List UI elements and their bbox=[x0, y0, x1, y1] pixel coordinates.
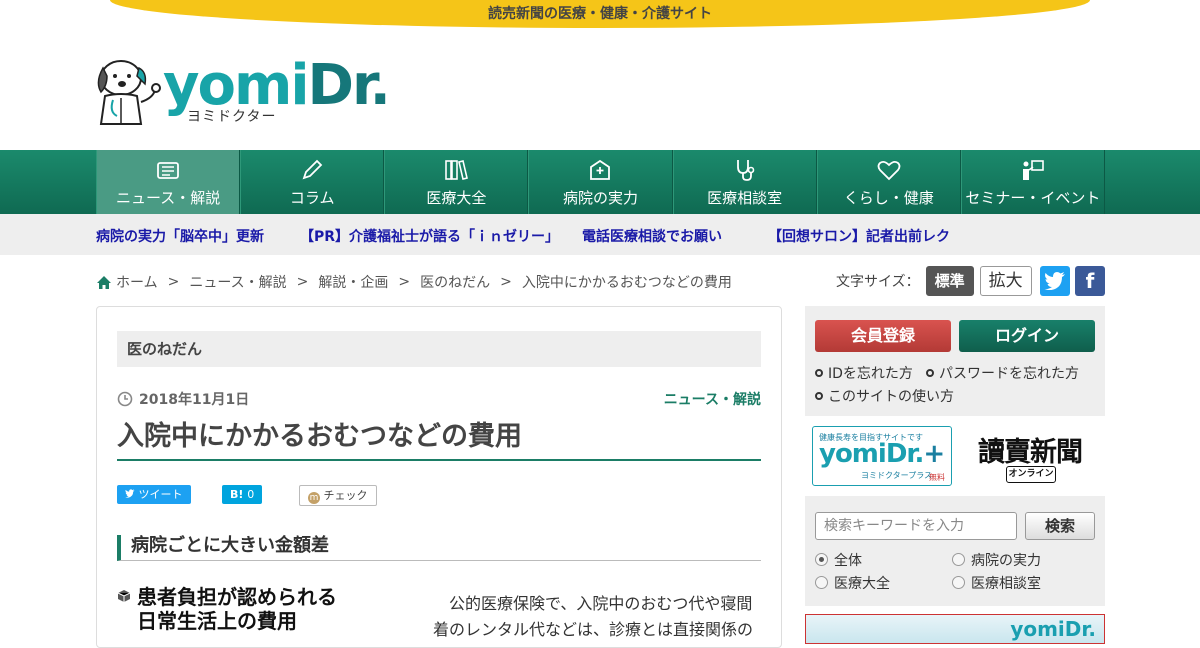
nav-label: 医療相談室 bbox=[707, 188, 783, 207]
heart-icon bbox=[877, 160, 901, 180]
twitter-icon bbox=[125, 489, 135, 498]
banner-logo: yomiDr.+ bbox=[819, 439, 945, 469]
nav-item-hospital[interactable]: 病院の実力 bbox=[528, 150, 673, 214]
banner-free: 無料 bbox=[929, 473, 945, 482]
yomidr-plus-banner[interactable]: 健康長寿を目指すサイトです yomiDr.+ ヨミドクタープラス 無料 bbox=[812, 426, 952, 486]
search-button[interactable]: 検索 bbox=[1025, 512, 1095, 540]
article-date: 2018年11月1日 bbox=[117, 389, 249, 409]
facebook-icon[interactable]: f bbox=[1075, 266, 1105, 296]
home-icon bbox=[97, 275, 111, 289]
nav-item-news[interactable]: ニュース・解説 bbox=[96, 150, 241, 214]
breadcrumb-current: 入院中にかかるおむつなどの費用 bbox=[521, 275, 732, 291]
font-size-control: 文字サイズ： 標準 拡大 bbox=[836, 266, 1032, 296]
online-badge: オンライン bbox=[1006, 466, 1056, 483]
breadcrumb-separator: > bbox=[167, 274, 180, 290]
site-logo[interactable]: yomiDr. ヨミドクター bbox=[95, 54, 391, 130]
article-figure: 患者負担が認められる 日常生活上の費用 bbox=[117, 585, 357, 633]
login-panel: 会員登録 ログイン IDを忘れた方 パスワードを忘れた方 このサイトの使い方 bbox=[805, 306, 1105, 416]
sidebar-ad-banner[interactable]: yomiDr. bbox=[805, 614, 1105, 644]
ticker-link[interactable]: 【PR】介護福祉士が語る「ｉｎゼリー」 bbox=[300, 226, 559, 246]
hatena-count: 0 bbox=[247, 488, 255, 501]
nav-item-seminar[interactable]: セミナー・イベント bbox=[960, 150, 1105, 214]
logo-subtitle: ヨミドクター bbox=[187, 109, 277, 125]
presenter-icon bbox=[1022, 159, 1044, 180]
forgot-password-link[interactable]: パスワードを忘れた方 bbox=[926, 363, 1079, 383]
breadcrumb: ホーム > ニュース・解説 > 解説・企画 > 医のねだん > 入院中にかかるお… bbox=[96, 272, 732, 292]
hospital-icon bbox=[590, 159, 611, 180]
font-size-large-button[interactable]: 拡大 bbox=[979, 266, 1032, 296]
stethoscope-icon bbox=[736, 159, 754, 181]
site-tagline: 読売新聞の医療・健康・介護サイト bbox=[110, 0, 1090, 28]
ad-logo: yomiDr. bbox=[1010, 617, 1096, 641]
nav-item-lifestyle[interactable]: くらし・健康 bbox=[816, 150, 961, 214]
books-icon bbox=[445, 159, 469, 180]
hatena-bookmark-button[interactable]: B! 0 bbox=[222, 485, 263, 504]
mixi-icon: m bbox=[308, 492, 320, 504]
banner-sub: ヨミドクタープラス bbox=[861, 471, 933, 480]
font-size-label: 文字サイズ： bbox=[836, 274, 920, 290]
search-panel: 検索キーワードを入力 検索 全体 病院の実力 医療大全 医療相談室 bbox=[805, 496, 1105, 606]
pen-icon bbox=[302, 159, 323, 179]
cube-icon bbox=[117, 590, 131, 602]
article-subheading: 病院ごとに大きい金額差 bbox=[117, 535, 761, 561]
breadcrumb-item[interactable]: ニュース・解説 bbox=[189, 272, 286, 292]
font-size-normal-button[interactable]: 標準 bbox=[925, 266, 974, 296]
news-icon bbox=[157, 161, 179, 179]
nav-label: 病院の実力 bbox=[562, 188, 638, 207]
ticker-link[interactable]: 電話医療相談でお願い bbox=[582, 226, 722, 246]
nav-label: セミナー・イベント bbox=[965, 188, 1101, 207]
article-section-link[interactable]: ニュース・解説 bbox=[664, 389, 761, 409]
search-scope-hospital[interactable]: 病院の実力 bbox=[952, 550, 1041, 570]
figure-title: 患者負担が認められる 日常生活上の費用 bbox=[117, 585, 357, 633]
login-button[interactable]: ログイン bbox=[959, 320, 1095, 352]
breadcrumb-separator: > bbox=[500, 274, 512, 290]
nav-label: くらし・健康 bbox=[843, 188, 934, 207]
nav-item-column[interactable]: コラム bbox=[240, 150, 385, 214]
yomiuri-online-banner[interactable]: 讀賣新聞 オンライン bbox=[960, 426, 1100, 486]
ticker-link[interactable]: 【回想サロン】記者出前レク bbox=[768, 226, 950, 246]
search-input[interactable]: 検索キーワードを入力 bbox=[815, 512, 1017, 540]
radio-icon bbox=[815, 553, 828, 566]
mixi-check-button[interactable]: m チェック bbox=[299, 485, 377, 506]
radio-icon bbox=[815, 576, 828, 589]
article-category-bar: 医のねだん bbox=[117, 331, 761, 367]
how-to-use-link[interactable]: このサイトの使い方 bbox=[815, 386, 954, 406]
clock-icon bbox=[117, 391, 133, 407]
twitter-icon[interactable] bbox=[1040, 266, 1070, 296]
breadcrumb-item[interactable]: 医のねだん bbox=[420, 272, 490, 292]
ticker-link[interactable]: 病院の実力「脳卒中」更新 bbox=[96, 226, 264, 246]
global-nav: ニュース・解説 コラム 医療大全 病院の実力 医療相談室 くらし・健康 セミナー… bbox=[0, 150, 1200, 214]
nav-item-encyclopedia[interactable]: 医療大全 bbox=[384, 150, 529, 214]
nav-label: ニュース・解説 bbox=[115, 188, 221, 207]
breadcrumb-home[interactable]: ホーム bbox=[96, 272, 158, 292]
news-ticker: 病院の実力「脳卒中」更新 【PR】介護福祉士が語る「ｉｎゼリー」 電話医療相談で… bbox=[0, 214, 1200, 255]
breadcrumb-separator: > bbox=[398, 274, 411, 290]
nav-label: 医療大全 bbox=[426, 188, 487, 207]
search-scope-consultation[interactable]: 医療相談室 bbox=[952, 573, 1041, 593]
register-button[interactable]: 会員登録 bbox=[815, 320, 951, 352]
radio-icon bbox=[952, 576, 965, 589]
nav-label: コラム bbox=[289, 188, 335, 207]
yomiuri-logo: 讀賣新聞 bbox=[978, 437, 1083, 468]
search-scope-all[interactable]: 全体 bbox=[815, 550, 862, 570]
dog-doctor-mascot-icon bbox=[97, 60, 161, 125]
search-scope-encyclopedia[interactable]: 医療大全 bbox=[815, 573, 890, 593]
article-body: 公的医療保険で、入院中のおむつ代や寝間着のレンタル代などは、診療とは直接関係の bbox=[433, 594, 754, 639]
article-card: 医のねだん 2018年11月1日 ニュース・解説 入院中にかかるおむつなどの費用… bbox=[96, 306, 782, 648]
article-title: 入院中にかかるおむつなどの費用 bbox=[117, 417, 761, 461]
forgot-id-link[interactable]: IDを忘れた方 bbox=[815, 363, 913, 383]
nav-item-consultation[interactable]: 医療相談室 bbox=[672, 150, 817, 214]
breadcrumb-item[interactable]: 解説・企画 bbox=[318, 272, 388, 292]
radio-icon bbox=[952, 553, 965, 566]
breadcrumb-separator: > bbox=[296, 274, 309, 290]
tweet-button[interactable]: ツイート bbox=[117, 485, 191, 504]
